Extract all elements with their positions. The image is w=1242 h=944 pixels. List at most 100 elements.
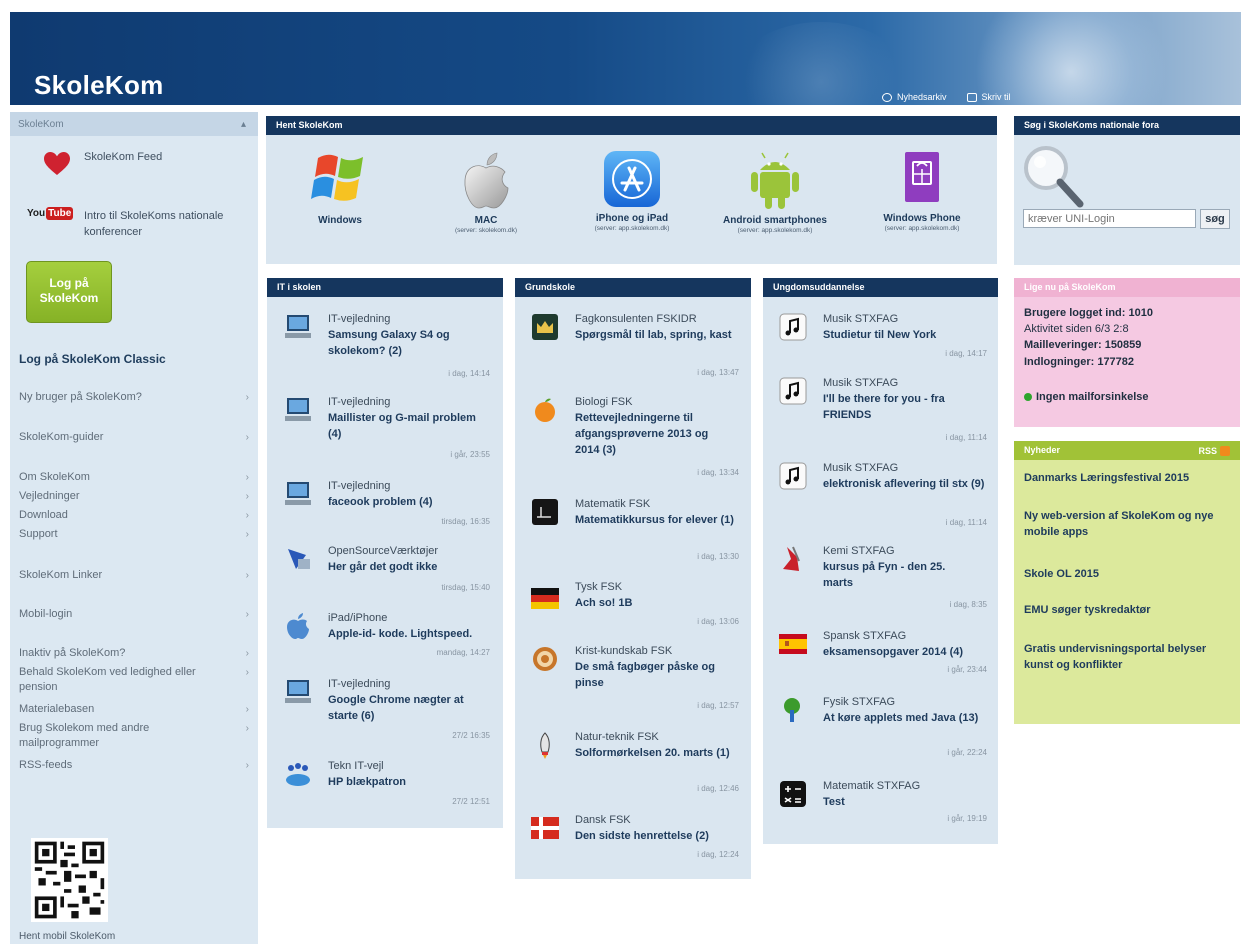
sidebar-item-support[interactable]: Support › xyxy=(19,527,249,542)
tree-icon xyxy=(784,698,800,722)
feed-item[interactable]: IT-vejledning Maillister og G-mail probl… xyxy=(284,396,490,462)
feed-item[interactable]: IT-vejledning Google Chrome nægter at st… xyxy=(284,678,490,744)
feed-title[interactable]: Google Chrome nægter at starte (6) xyxy=(328,692,492,724)
fruit-icon xyxy=(535,398,555,422)
feed-item[interactable]: Krist-kundskab FSK De små fagbøger påske… xyxy=(531,645,739,713)
feed-item[interactable]: Biologi FSK Rettevejledningerne til afga… xyxy=(531,396,739,478)
feed-title[interactable]: Ach so! 1B xyxy=(575,595,632,611)
feed-item[interactable]: Kemi STXFAG kursus på Fyn - den 25. mart… xyxy=(779,545,987,611)
feed-item[interactable]: Fysik STXFAG At køre applets med Java (1… xyxy=(779,696,987,762)
feed-item[interactable]: IT-vejledning Samsung Galaxy S4 og skole… xyxy=(284,313,490,383)
feed-title[interactable]: Her går det godt ikke xyxy=(328,559,437,575)
search-input[interactable] xyxy=(1023,209,1196,228)
news-item[interactable]: Ny web-version af SkoleKom og nye mobile… xyxy=(1024,508,1234,540)
app-iphone[interactable]: iPhone og iPad (server: app.skolekom.dk) xyxy=(572,150,692,232)
skolekom-feed-link[interactable]: SkoleKom Feed xyxy=(84,151,162,163)
feed-title[interactable]: HP blækpatron xyxy=(328,774,406,790)
rss-label: RSS xyxy=(1198,445,1217,456)
feed-time: i går, 23:44 xyxy=(947,665,987,674)
heart-icon xyxy=(44,152,70,175)
news-item[interactable]: Danmarks Læringsfestival 2015 xyxy=(1024,470,1234,486)
feed-item[interactable]: Matematik FSK Matematikkursus for elever… xyxy=(531,498,739,564)
rss-link[interactable]: RSS xyxy=(1198,445,1230,456)
app-android[interactable]: Android smartphones (server: app.skoleko… xyxy=(710,150,840,234)
skolekom-feed-label: SkoleKom Feed xyxy=(84,151,163,163)
apple-logo-icon xyxy=(464,152,509,209)
feed-item[interactable]: Musik STXFAG Studietur til New York i da… xyxy=(779,313,987,365)
collapse-icon[interactable]: ▴ xyxy=(241,119,246,130)
news-item[interactable]: EMU søger tyskredaktør xyxy=(1024,602,1234,618)
status-dot-icon xyxy=(1024,393,1032,401)
feed-title[interactable]: Den sidste henrettelse (2) xyxy=(575,828,709,844)
sidebar-item-download[interactable]: Download › xyxy=(19,508,249,523)
sidebar-item-instructions[interactable]: Vejledninger › xyxy=(19,489,249,504)
app-store-icon xyxy=(604,151,660,207)
crown-icon xyxy=(532,314,558,340)
feed-title[interactable]: Studietur til New York xyxy=(823,327,936,343)
feed-title[interactable]: Spørgsmål til lab, spring, kast xyxy=(575,327,735,343)
feed-title[interactable]: elektronisk aflevering til stx (9) xyxy=(823,476,985,492)
sidebar-item-keep-skolekom[interactable]: Behald SkoleKom ved ledighed eller pensi… xyxy=(19,665,249,695)
feed-item[interactable]: Fagkonsulenten FSKIDR Spørgsmål til lab,… xyxy=(531,313,739,379)
feed-item[interactable]: Musik STXFAG elektronisk aflevering til … xyxy=(779,462,987,530)
feed-title[interactable]: Matematikkursus for elever (1) xyxy=(575,512,739,528)
newsletter-archive-link[interactable]: Nyhedsarkiv xyxy=(882,92,947,102)
app-mac[interactable]: MAC (server: skolekom.dk) xyxy=(430,150,542,234)
feed-title[interactable]: De små fagbøger påske og pinse xyxy=(575,659,735,691)
sidebar-item-mobile-login[interactable]: Mobil-login › xyxy=(19,607,249,622)
feed-item[interactable]: Tysk FSK Ach so! 1B i dag, 13:06 xyxy=(531,581,739,629)
opensource-icon xyxy=(288,549,310,569)
feed-title[interactable]: At køre applets med Java (13) xyxy=(823,710,983,726)
calculator-icon xyxy=(780,781,806,807)
app-windows[interactable]: Windows xyxy=(300,148,380,226)
app-windows-phone[interactable]: Windows Phone (server: app.skolekom.dk) xyxy=(862,150,982,232)
feed-title[interactable]: Test xyxy=(823,794,845,810)
sidebar-item-material-base[interactable]: Materialebasen › xyxy=(19,702,249,717)
feed-title[interactable]: Maillister og G-mail problem (4) xyxy=(328,410,492,442)
news-item[interactable]: Gratis undervisningsportal belyser kunst… xyxy=(1024,641,1234,673)
write-to-label: Skriv til xyxy=(981,92,1011,102)
write-to-link[interactable]: Skriv til xyxy=(966,92,1011,102)
feed-time: mandag, 14:27 xyxy=(436,648,490,657)
feed-item[interactable]: iPad/iPhone Apple-id- kode. Lightspeed. … xyxy=(284,612,490,662)
feed-item[interactable]: OpenSourceVærktøjer Her går det godt ikk… xyxy=(284,545,490,595)
sidebar-header[interactable]: SkoleKom ▴ xyxy=(10,112,258,136)
sidebar-item-other-mail[interactable]: Brug Skolekom med andre mailprogrammer › xyxy=(19,721,249,751)
feed-item[interactable]: Musik STXFAG I'll be there for you - fra… xyxy=(779,377,987,445)
intro-conferences-link[interactable]: Intro til SkoleKoms nationale konference… xyxy=(84,208,249,240)
login-button[interactable]: Log på SkoleKom xyxy=(26,261,112,323)
feed-item[interactable]: Natur-teknik FSK Solformørkelsen 20. mar… xyxy=(531,731,739,797)
sidebar-item-label: Om SkoleKom xyxy=(19,471,90,483)
feed-title[interactable]: eksamensopgaver 2014 (4) xyxy=(823,644,963,660)
feed-title[interactable]: Apple-id- kode. Lightspeed. xyxy=(328,626,472,642)
site-logo[interactable]: SkoleKom xyxy=(34,70,164,101)
feed-title[interactable]: Solformørkelsen 20. marts (1) xyxy=(575,745,735,761)
feed-item[interactable]: IT-vejledning faceook problem (4) tirsda… xyxy=(284,480,490,532)
qr-code-icon[interactable] xyxy=(31,838,108,922)
sidebar-item-inactive[interactable]: Inaktiv på SkoleKom? › xyxy=(19,646,249,661)
feed-item[interactable]: Dansk FSK Den sidste henrettelse (2) i d… xyxy=(531,814,739,864)
feed-time: i dag, 13:06 xyxy=(697,617,739,626)
feed-time: tirsdag, 16:35 xyxy=(441,517,490,526)
sidebar-item-rss[interactable]: RSS-feeds › xyxy=(19,758,249,773)
news-item[interactable]: Skole OL 2015 xyxy=(1024,566,1234,582)
feed-title[interactable]: Samsung Galaxy S4 og skolekom? (2) xyxy=(328,327,490,359)
feed-item[interactable]: Matematik STXFAG Test i går, 19:19 xyxy=(779,780,987,828)
newsletter-archive-label: Nyhedsarkiv xyxy=(897,92,947,102)
feed-item[interactable]: Tekn IT-vejl HP blækpatron 27/2 12:51 xyxy=(284,760,490,810)
feed-title[interactable]: faceook problem (4) xyxy=(328,494,433,510)
search-button[interactable]: søg xyxy=(1200,209,1230,229)
classic-login-link[interactable]: Log på SkoleKom Classic xyxy=(19,352,166,366)
feed-time: i dag, 8:35 xyxy=(949,600,987,609)
sidebar-item-about[interactable]: Om SkoleKom › xyxy=(19,470,249,485)
sidebar-item-guides[interactable]: SkoleKom-guider › xyxy=(19,430,249,445)
feed-title[interactable]: Rettevejledningerne til afgangsprøverne … xyxy=(575,410,735,458)
app-iphone-server: (server: app.skolekom.dk) xyxy=(594,225,670,232)
feed-title[interactable]: kursus på Fyn - den 25. marts xyxy=(823,559,971,591)
feed-title[interactable]: I'll be there for you - fra FRIENDS xyxy=(823,391,981,423)
sidebar-item-new-user[interactable]: Ny bruger på SkoleKom? › xyxy=(19,390,249,405)
feed-item[interactable]: Spansk STXFAG eksamensopgaver 2014 (4) i… xyxy=(779,630,987,680)
feed-category: Matematik FSK xyxy=(575,498,651,510)
site-header: SkoleKom Nyhedsarkiv Skriv til xyxy=(10,12,1241,105)
sidebar-item-links[interactable]: SkoleKom Linker › xyxy=(19,568,249,583)
